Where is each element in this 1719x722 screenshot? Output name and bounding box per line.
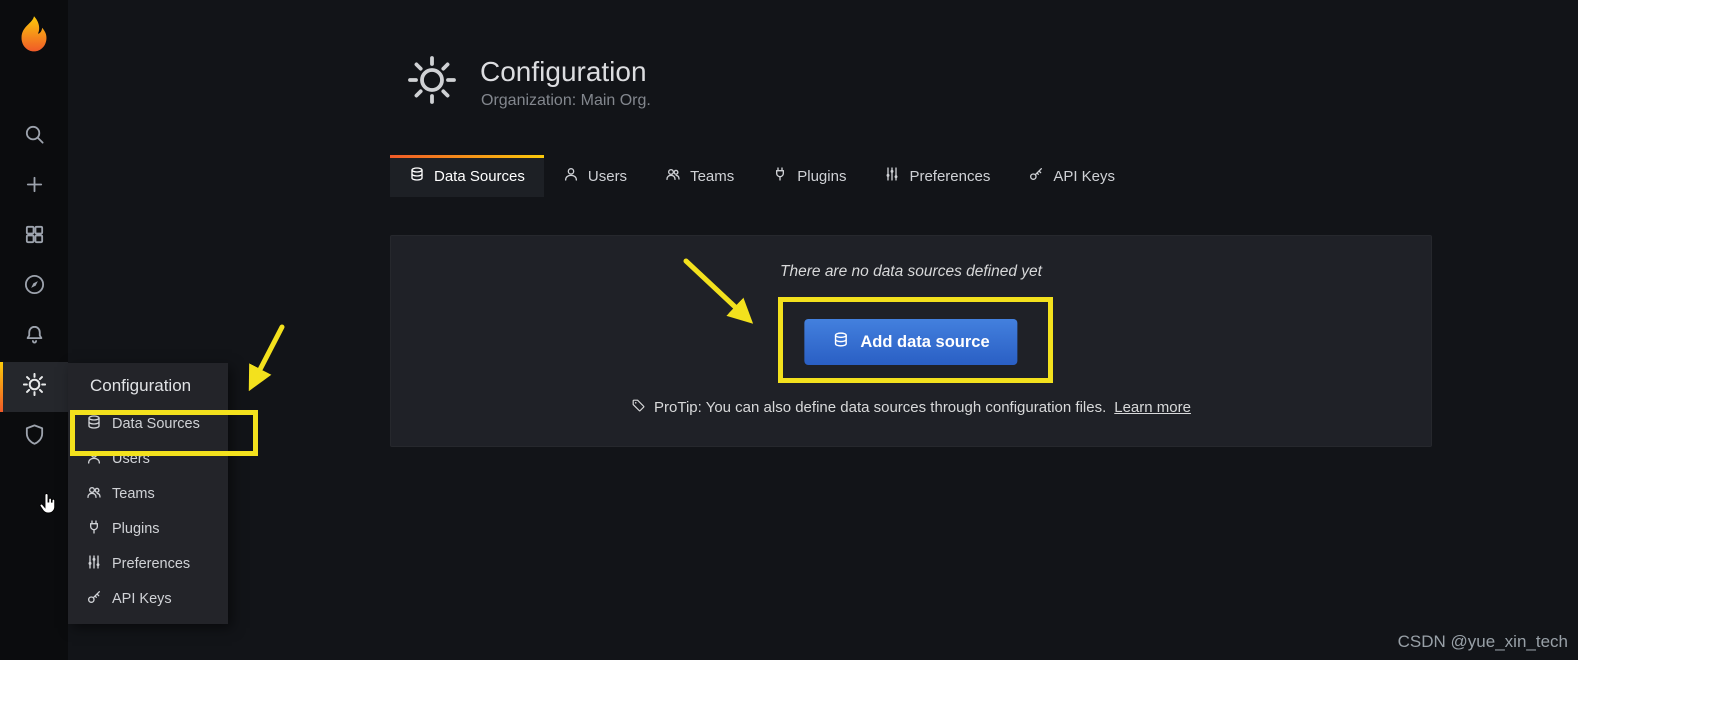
user-icon (563, 166, 579, 186)
grafana-window: Configuration Data Sources Users Teams P… (0, 0, 1578, 660)
flyout-item-label: API Keys (112, 591, 172, 607)
user-icon (86, 449, 102, 469)
tab-label: Data Sources (434, 168, 525, 185)
users-icon (86, 484, 102, 504)
flyout-item-label: Teams (112, 486, 155, 502)
learn-more-link[interactable]: Learn more (1114, 399, 1191, 416)
flyout-item-teams[interactable]: Teams (68, 476, 228, 511)
protip-icon (631, 398, 646, 417)
plug-icon (772, 166, 788, 186)
tab-label: Teams (690, 168, 734, 185)
flyout-item-data-sources[interactable]: Data Sources (68, 406, 228, 441)
protip-text: ProTip: You can also define data sources… (654, 399, 1106, 416)
grafana-logo-icon[interactable] (13, 12, 55, 56)
search-icon (23, 123, 46, 151)
compass-icon (23, 273, 46, 301)
grid-icon (23, 223, 46, 251)
tab-users[interactable]: Users (544, 155, 646, 197)
key-icon (86, 589, 102, 609)
sidebar (0, 0, 68, 660)
database-icon (86, 414, 102, 434)
configuration-flyout-menu: Configuration Data Sources Users Teams P… (68, 363, 228, 624)
data-sources-panel: There are no data sources defined yet Ad… (390, 235, 1432, 447)
flyout-item-api-keys[interactable]: API Keys (68, 581, 228, 616)
page-subtitle: Organization: Main Org. (481, 92, 651, 110)
flyout-item-preferences[interactable]: Preferences (68, 546, 228, 581)
config-tabs: Data Sources Users Teams Plugins Prefere… (390, 155, 1134, 197)
gear-icon (23, 373, 46, 401)
sliders-icon (884, 166, 900, 186)
flyout-title: Configuration (68, 363, 228, 406)
flyout-item-label: Preferences (112, 556, 190, 572)
flyout-item-label: Plugins (112, 521, 160, 537)
sidebar-item-dashboards[interactable] (0, 212, 68, 262)
flyout-item-label: Users (112, 451, 150, 467)
sidebar-item-configuration[interactable] (0, 362, 68, 412)
plus-icon (23, 173, 46, 201)
add-button-label: Add data source (860, 333, 989, 352)
flyout-item-plugins[interactable]: Plugins (68, 511, 228, 546)
tab-label: Preferences (909, 168, 990, 185)
flyout-item-users[interactable]: Users (68, 441, 228, 476)
database-icon (832, 331, 849, 353)
sidebar-item-server-admin[interactable] (0, 412, 68, 462)
sliders-icon (86, 554, 102, 574)
empty-state-message: There are no data sources defined yet (391, 263, 1431, 281)
tab-preferences[interactable]: Preferences (865, 155, 1009, 197)
protip-row: ProTip: You can also define data sources… (391, 398, 1431, 417)
sidebar-item-create[interactable] (0, 162, 68, 212)
plug-icon (86, 519, 102, 539)
sidebar-item-alerting[interactable] (0, 312, 68, 362)
sidebar-nav (0, 112, 68, 462)
page-title: Configuration (480, 56, 647, 88)
tab-api-keys[interactable]: API Keys (1009, 155, 1134, 197)
tab-label: API Keys (1053, 168, 1115, 185)
users-icon (665, 166, 681, 186)
tab-data-sources[interactable]: Data Sources (390, 155, 544, 197)
shield-icon (23, 423, 46, 451)
page-gear-icon (408, 56, 456, 104)
flyout-item-label: Data Sources (112, 416, 200, 432)
csdn-watermark: CSDN @yue_xin_tech (1398, 632, 1568, 652)
add-data-source-button[interactable]: Add data source (804, 319, 1017, 365)
bell-icon (23, 323, 46, 351)
sidebar-item-explore[interactable] (0, 262, 68, 312)
tab-plugins[interactable]: Plugins (753, 155, 865, 197)
annotation-arrow-menu (252, 327, 282, 385)
tab-teams[interactable]: Teams (646, 155, 753, 197)
tab-label: Users (588, 168, 627, 185)
key-icon (1028, 166, 1044, 186)
tab-label: Plugins (797, 168, 846, 185)
sidebar-item-search[interactable] (0, 112, 68, 162)
database-icon (409, 166, 425, 186)
